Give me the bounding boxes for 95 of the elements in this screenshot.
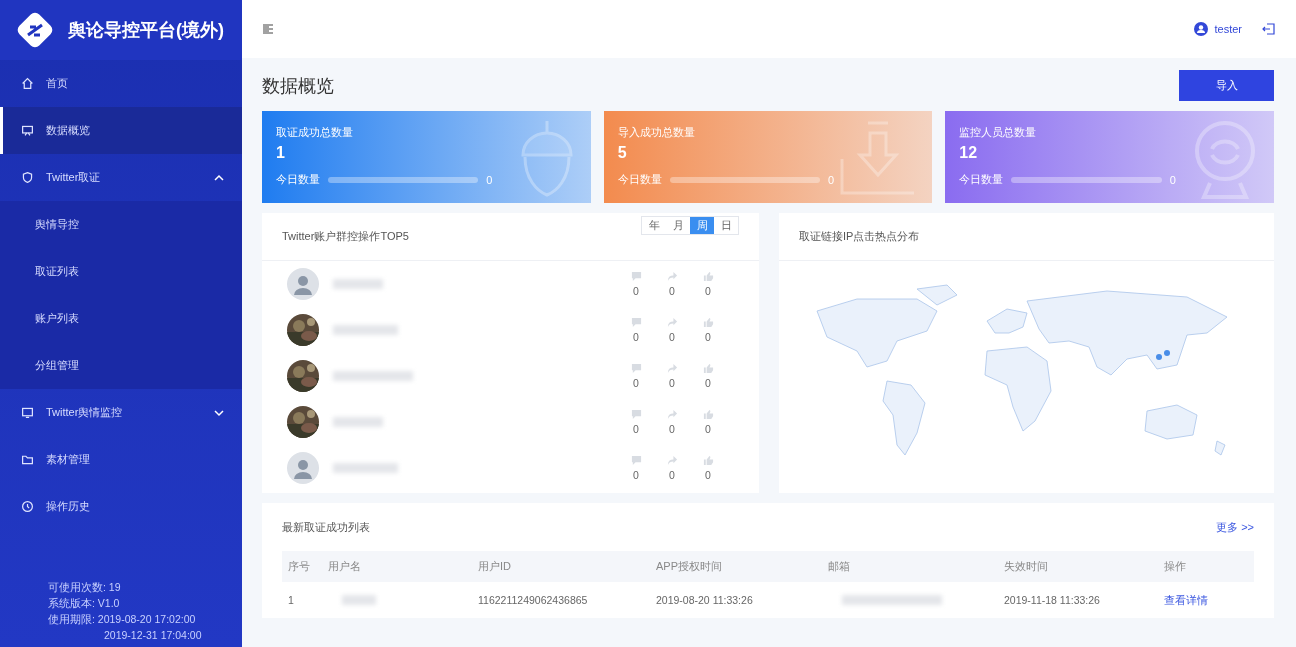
chevron-up-icon	[214, 172, 224, 183]
sidebar-info-text: 2019-12-31 17:04:00	[103, 629, 203, 641]
blurred-name	[333, 463, 398, 473]
comment-icon	[630, 409, 642, 420]
sidebar-subitem[interactable]: 分组管理	[0, 342, 242, 389]
menu-icon[interactable]	[262, 23, 274, 35]
more-link[interactable]: 更多 >>	[1216, 519, 1254, 535]
share-count: 0	[669, 331, 675, 343]
share-icon	[666, 363, 678, 374]
sidebar-item[interactable]: Twitter取证	[0, 154, 242, 201]
monitor-icon	[21, 406, 34, 419]
share-icon	[666, 317, 678, 328]
today-label: 今日数量	[617, 172, 662, 187]
card-title: 取证链接IP点击热点分布	[799, 229, 920, 244]
sidebar-info-text: 可使用次数: 19	[48, 581, 122, 595]
like-count: 0	[705, 377, 711, 389]
sidebar-subitem[interactable]: 取证列表	[0, 248, 242, 295]
stat-label: 取证成功总数量	[276, 125, 354, 140]
user-icon	[1194, 22, 1209, 36]
today-label: 今日数量	[959, 172, 1004, 187]
chevron-down-icon	[214, 407, 224, 418]
stat-value: 1	[276, 144, 286, 162]
share-icon	[666, 409, 678, 420]
logout-icon[interactable]	[1262, 22, 1276, 36]
like-count: 0	[705, 469, 711, 481]
share-icon	[666, 455, 678, 466]
card-title: Twitter账户群控操作TOP5	[282, 229, 409, 244]
sidebar-subitem[interactable]: 舆情导控	[0, 201, 242, 248]
comment-count: 0	[633, 469, 639, 481]
thumbs-up-icon	[702, 317, 714, 328]
blurred-name	[342, 595, 376, 605]
comment-count: 0	[633, 423, 639, 435]
column-header: 序号	[282, 551, 322, 582]
like-count: 0	[705, 423, 711, 435]
hotspot-dot	[1155, 354, 1162, 360]
details-link[interactable]: 查看详情	[1158, 582, 1254, 618]
clock-icon	[21, 500, 34, 513]
today-value: 0	[1169, 173, 1176, 186]
sidebar-item[interactable]: 操作历史	[0, 483, 242, 530]
like-count: 0	[705, 331, 711, 343]
card-title: 最新取证成功列表	[282, 519, 370, 535]
comment-icon	[630, 271, 642, 282]
stat-label: 监控人员总数量	[959, 125, 1038, 140]
column-header: APP授权时间	[650, 551, 822, 582]
comment-count: 0	[633, 331, 639, 343]
like-count: 0	[705, 285, 711, 297]
sidebar-item[interactable]: 数据概览	[0, 107, 242, 154]
comment-count: 0	[633, 285, 639, 297]
today-value: 0	[828, 173, 835, 186]
column-header: 操作	[1158, 551, 1254, 582]
sidebar-subitem[interactable]: 账户列表	[0, 295, 242, 342]
thumbs-up-icon	[702, 363, 714, 374]
shield-icon	[21, 171, 34, 184]
stat-label: 导入成功总数量	[617, 125, 696, 140]
share-icon	[666, 271, 678, 282]
user-name[interactable]: tester	[1214, 23, 1242, 35]
column-header: 用户名	[322, 551, 472, 582]
column-header: 失效时间	[998, 551, 1158, 582]
avatar-icon	[287, 452, 319, 484]
stat-value: 5	[617, 144, 628, 162]
thumbs-up-icon	[702, 455, 714, 466]
blurred-name	[333, 417, 383, 427]
avatar-icon	[287, 268, 319, 300]
today-label: 今日数量	[276, 172, 320, 187]
home-icon	[21, 77, 34, 90]
stat-value: 12	[959, 144, 979, 162]
share-count: 0	[669, 285, 675, 297]
folder-icon	[21, 453, 34, 466]
share-count: 0	[669, 469, 675, 481]
import-button[interactable]: 导入	[1179, 70, 1274, 101]
table-cell-text: 2019-08-20 11:33:26	[655, 593, 754, 608]
comment-count: 0	[633, 377, 639, 389]
sidebar-item[interactable]: Twitter舆情监控	[0, 389, 242, 436]
comment-icon	[630, 363, 642, 374]
table-cell-text: 2019-11-18 11:33:26	[1003, 593, 1101, 608]
thumbs-up-icon	[702, 271, 714, 282]
page-title: 数据概览	[262, 74, 334, 98]
share-count: 0	[669, 423, 675, 435]
sidebar-info-text: 系统版本: V1.0	[48, 597, 121, 611]
share-count: 0	[669, 377, 675, 389]
board-icon	[21, 124, 34, 137]
sidebar-item[interactable]: 素材管理	[0, 436, 242, 483]
table-cell-text: 1162211249062436865	[477, 593, 589, 608]
blurred-name	[333, 279, 383, 289]
column-header: 用户ID	[472, 551, 650, 582]
sidebar-info-text: 使用期限: 2019-08-20 17:02:00	[48, 613, 197, 627]
comment-icon	[630, 455, 642, 466]
sidebar-item[interactable]: 首页	[0, 60, 242, 107]
column-header: 邮箱	[822, 551, 998, 582]
table-cell-text: 1	[287, 593, 295, 608]
today-value: 0	[486, 173, 493, 186]
comment-icon	[630, 317, 642, 328]
blurred-name	[333, 325, 398, 335]
brand-title: 舆论导控平台(境外)	[68, 19, 224, 42]
thumbs-up-icon	[702, 409, 714, 420]
